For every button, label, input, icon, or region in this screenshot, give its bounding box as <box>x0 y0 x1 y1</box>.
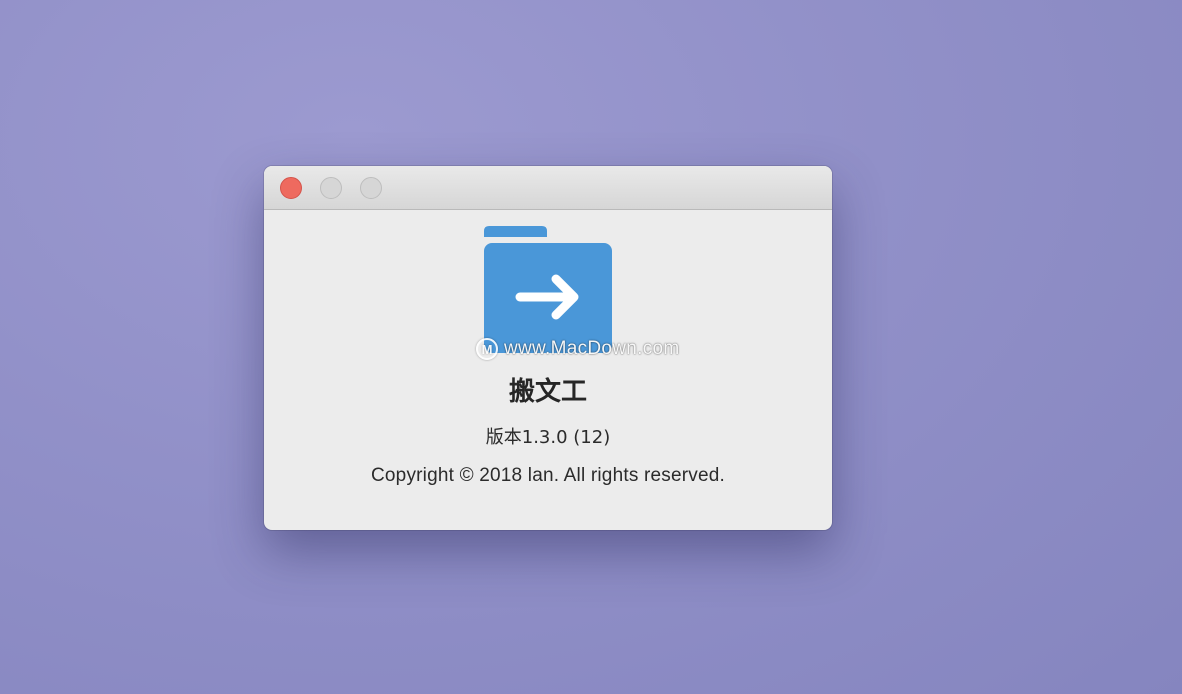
watermark: M www.MacDown.com <box>476 336 680 362</box>
title-bar[interactable] <box>264 166 832 210</box>
zoom-button[interactable] <box>360 177 382 199</box>
watermark-logo: M <box>476 338 498 360</box>
app-name: 搬文工 <box>508 377 587 407</box>
watermark-text: www.MacDown.com <box>504 338 680 359</box>
version-label: 版本1.3.0 (12) <box>485 427 611 448</box>
copyright-label: Copyright © 2018 lan. All rights reserve… <box>370 465 726 486</box>
close-button[interactable] <box>280 177 302 199</box>
about-window: M www.MacDown.com 搬文工 版本1.3.0 (12) Copyr… <box>264 166 832 530</box>
minimize-button[interactable] <box>320 177 342 199</box>
